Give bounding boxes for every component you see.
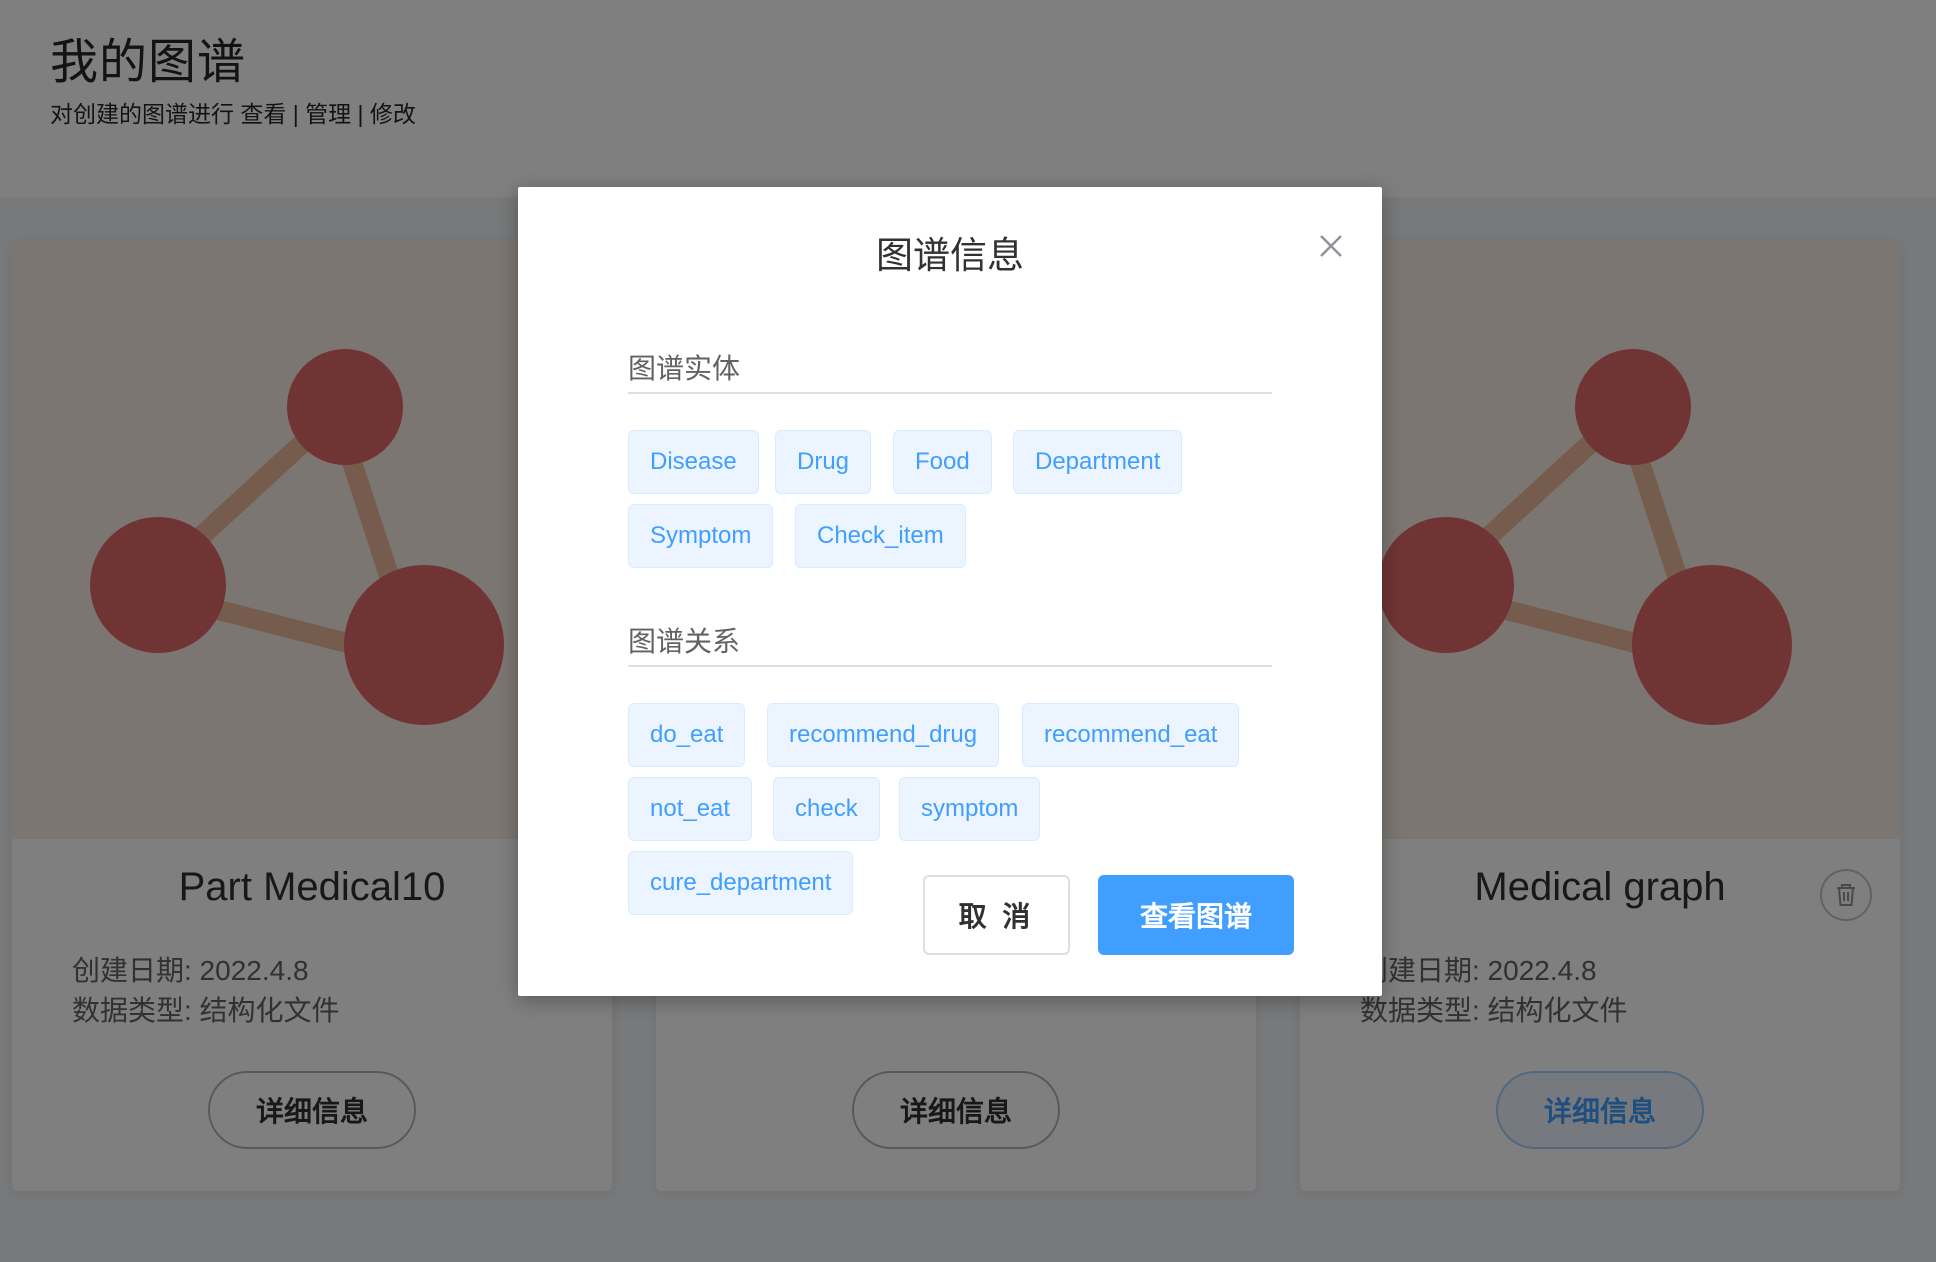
relation-tag[interactable]: not_eat: [628, 777, 753, 841]
dialog-title: 图谱信息: [876, 235, 1024, 276]
close-icon[interactable]: [1314, 229, 1348, 263]
entities-divider: [628, 392, 1272, 394]
relation-tag[interactable]: recommend_drug: [767, 703, 1000, 767]
relation-tag[interactable]: check: [773, 777, 880, 841]
entity-tag[interactable]: Department: [1013, 430, 1183, 494]
entities-label: 图谱实体: [628, 353, 741, 384]
entity-tag[interactable]: Check_item: [795, 504, 966, 568]
relation-tag[interactable]: do_eat: [628, 703, 746, 767]
cancel-button[interactable]: 取 消: [923, 875, 1070, 955]
entity-tag[interactable]: Disease: [628, 430, 759, 494]
entity-tag[interactable]: Drug: [775, 430, 872, 494]
graph-info-dialog: 图谱信息 图谱实体 Disease Drug Food Department S…: [518, 187, 1382, 996]
relation-tag[interactable]: cure_department: [628, 851, 854, 915]
view-graph-button[interactable]: 查看图谱: [1098, 875, 1294, 955]
entity-tag[interactable]: Food: [893, 430, 992, 494]
relation-tag[interactable]: symptom: [899, 777, 1041, 841]
entity-tag[interactable]: Symptom: [628, 504, 774, 568]
relations-divider: [628, 665, 1272, 667]
relation-tag[interactable]: recommend_eat: [1022, 703, 1240, 767]
relations-label: 图谱关系: [628, 626, 741, 657]
